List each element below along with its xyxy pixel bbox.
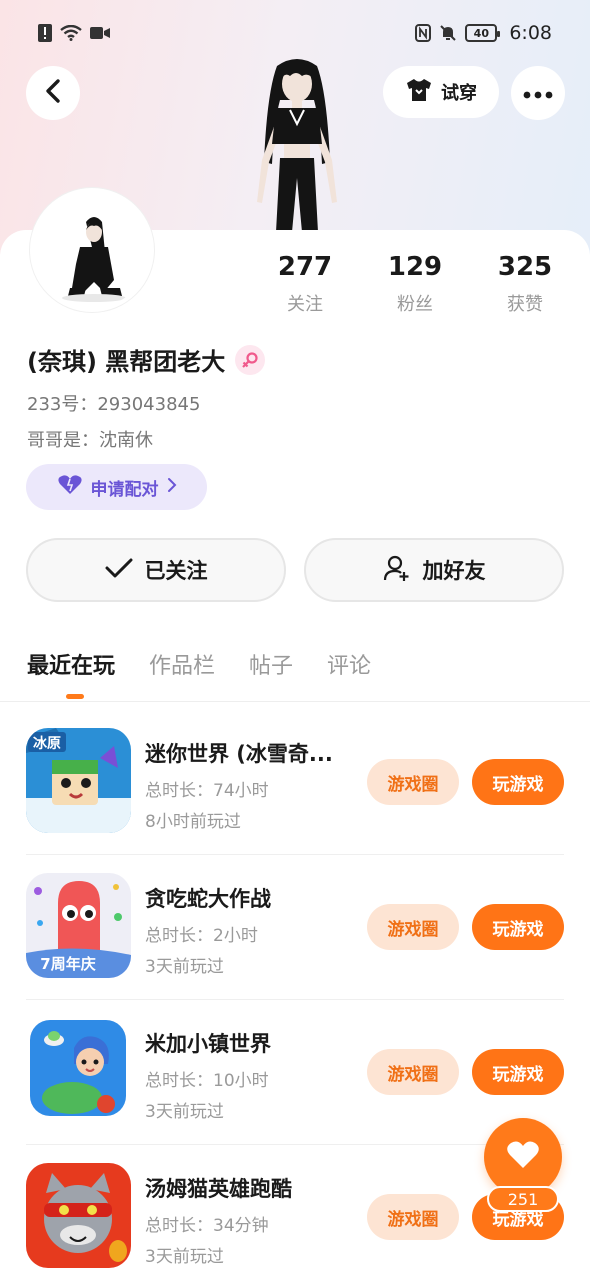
profile-tabs: 最近在玩 作品栏 帖子 评论 bbox=[27, 648, 371, 680]
wifi-icon bbox=[60, 25, 82, 41]
game-last-played: 8小时前玩过 bbox=[145, 812, 241, 832]
female-icon bbox=[235, 344, 266, 375]
game-last-played: 3天前玩过 bbox=[145, 957, 224, 977]
game-row[interactable]: 米加小镇世界 总时长：10小时 3天前玩过 游戏圈 玩游戏 bbox=[26, 1000, 564, 1145]
tabs-divider bbox=[0, 701, 590, 702]
game-circle-button[interactable]: 游戏圈 bbox=[367, 1194, 459, 1240]
tab-comments[interactable]: 评论 bbox=[327, 648, 371, 680]
add-user-icon bbox=[383, 554, 411, 587]
game-circle-button[interactable]: 游戏圈 bbox=[367, 1049, 459, 1095]
followers-label: 粉丝 bbox=[397, 294, 433, 315]
profile-avatar[interactable] bbox=[30, 188, 154, 312]
following-count: 277 bbox=[277, 252, 333, 282]
stat-likes[interactable]: 325 获赞 bbox=[475, 252, 575, 316]
game-icon-badge: 冰原 bbox=[33, 735, 61, 752]
game-icon-talking-tom bbox=[26, 1163, 131, 1268]
more-dots-icon bbox=[523, 84, 553, 103]
video-icon bbox=[90, 26, 110, 40]
tab-works[interactable]: 作品栏 bbox=[149, 648, 215, 680]
apply-pair-label: 申请配对 bbox=[90, 479, 159, 500]
profile-stats: 277 关注 129 粉丝 325 获赞 bbox=[250, 252, 580, 316]
game-icon-mini-world: 冰原 bbox=[26, 728, 131, 833]
game-duration: 总时长：10小时 bbox=[145, 1071, 269, 1091]
apply-pair-button[interactable]: 申请配对 bbox=[26, 464, 207, 510]
add-friend-button[interactable]: 加好友 bbox=[304, 538, 564, 602]
game-title: 贪吃蛇大作战 bbox=[145, 887, 271, 911]
profile-id: 233号：293043845 bbox=[27, 394, 201, 415]
followers-count: 129 bbox=[387, 252, 443, 282]
tab-recently-played[interactable]: 最近在玩 bbox=[27, 648, 115, 680]
game-title: 米加小镇世界 bbox=[145, 1032, 271, 1056]
game-duration: 总时长：34分钟 bbox=[145, 1216, 269, 1236]
game-last-played: 3天前玩过 bbox=[145, 1102, 224, 1122]
play-game-button[interactable]: 玩游戏 bbox=[472, 759, 564, 805]
game-last-played: 3天前玩过 bbox=[145, 1247, 224, 1267]
game-row[interactable]: 冰原 迷你世界 (冰雪奇... 总时长：74小时 8小时前玩过 游戏圈 玩游戏 bbox=[26, 710, 564, 855]
profile-name: (奈琪) 黑帮团老大 bbox=[27, 348, 226, 376]
heart-pair-icon bbox=[57, 474, 83, 501]
game-icon-snake: 7周年庆 bbox=[26, 873, 131, 978]
profile-brother: 哥哥是：沈南休 bbox=[27, 430, 153, 451]
active-tab-indicator bbox=[66, 694, 84, 699]
alert-icon bbox=[38, 24, 52, 42]
stat-followers[interactable]: 129 粉丝 bbox=[365, 252, 465, 316]
followed-label: 已关注 bbox=[144, 559, 208, 583]
nfc-icon bbox=[415, 24, 432, 42]
following-label: 关注 bbox=[287, 294, 323, 315]
likes-label: 获赞 bbox=[507, 294, 543, 315]
stat-following[interactable]: 277 关注 bbox=[255, 252, 355, 316]
game-duration: 总时长：74小时 bbox=[145, 781, 269, 801]
game-duration: 总时长：2小时 bbox=[145, 926, 258, 946]
game-title: 迷你世界 (冰雪奇... bbox=[145, 742, 333, 766]
game-icon-miga-town bbox=[26, 1018, 131, 1123]
name-row: (奈琪) 黑帮团老大 bbox=[27, 342, 266, 377]
check-icon bbox=[105, 557, 133, 584]
likes-count: 325 bbox=[497, 252, 553, 282]
back-button[interactable] bbox=[26, 66, 80, 120]
game-row[interactable]: 汤姆猫英雄跑酷 总时长：34分钟 3天前玩过 游戏圈 玩游戏 bbox=[26, 1145, 564, 1280]
play-game-button[interactable]: 玩游戏 bbox=[472, 1049, 564, 1095]
try-on-button[interactable]: 试穿 bbox=[383, 66, 499, 118]
game-circle-button[interactable]: 游戏圈 bbox=[367, 904, 459, 950]
more-button[interactable] bbox=[511, 66, 565, 120]
status-time: 6:08 bbox=[509, 22, 552, 44]
play-game-button[interactable]: 玩游戏 bbox=[472, 904, 564, 950]
chevron-left-icon bbox=[44, 78, 62, 108]
game-title: 汤姆猫英雄跑酷 bbox=[145, 1177, 292, 1201]
game-circle-button[interactable]: 游戏圈 bbox=[367, 759, 459, 805]
tshirt-icon bbox=[405, 78, 433, 107]
tab-posts[interactable]: 帖子 bbox=[249, 648, 293, 680]
mute-bell-icon bbox=[439, 24, 457, 42]
like-count-badge: 251 bbox=[487, 1186, 559, 1212]
try-on-label: 试穿 bbox=[441, 83, 477, 104]
heart-icon bbox=[506, 1140, 540, 1174]
game-row[interactable]: 7周年庆 贪吃蛇大作战 总时长：2小时 3天前玩过 游戏圈 玩游戏 bbox=[26, 855, 564, 1000]
followed-button[interactable]: 已关注 bbox=[26, 538, 286, 602]
chevron-right-icon bbox=[167, 477, 177, 498]
like-button[interactable] bbox=[484, 1118, 562, 1196]
game-icon-badge: 7周年庆 bbox=[40, 955, 95, 973]
avatar-3d-figure[interactable] bbox=[232, 52, 362, 232]
battery-icon: 40 bbox=[465, 24, 501, 42]
add-friend-label: 加好友 bbox=[422, 559, 486, 583]
